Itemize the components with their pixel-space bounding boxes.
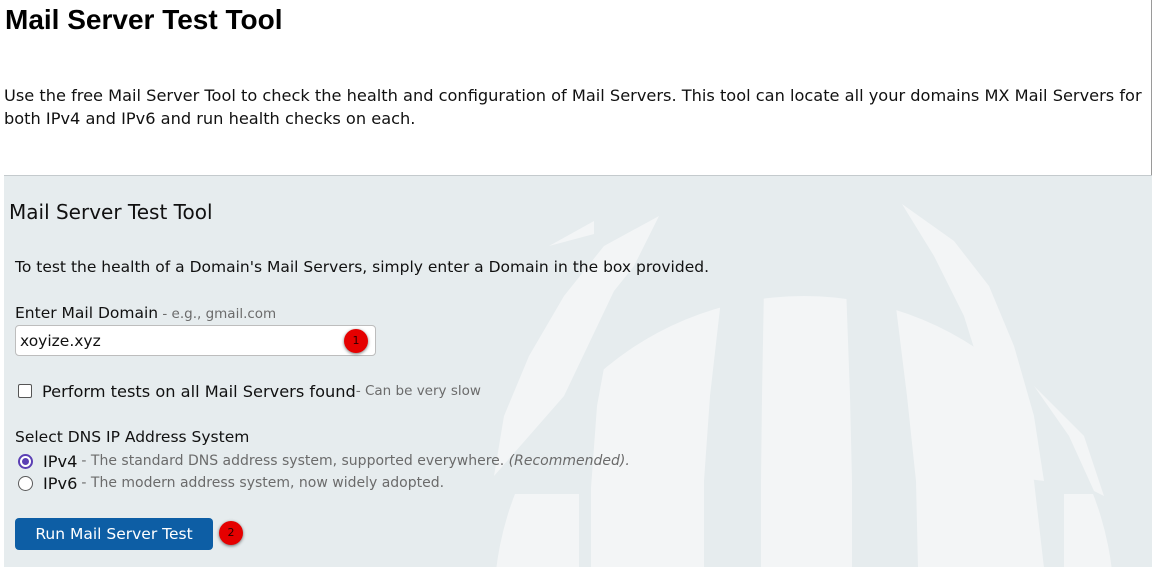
all-servers-hint: - Can be very slow	[355, 383, 481, 399]
all-servers-option[interactable]: Perform tests on all Mail Servers found …	[18, 380, 481, 402]
ipv4-option[interactable]: IPv4 - The standard DNS address system, …	[18, 451, 630, 471]
ipv4-label: IPv4	[43, 451, 78, 471]
panel-description: To test the health of a Domain's Mail Se…	[15, 258, 710, 276]
page-title: Mail Server Test Tool	[5, 4, 283, 35]
dns-system-label: Select DNS IP Address System	[15, 428, 250, 446]
ipv4-radio[interactable]	[18, 453, 33, 469]
all-servers-checkbox[interactable]	[18, 384, 32, 398]
intro-text: Use the free Mail Server Tool to check t…	[4, 86, 1142, 128]
domain-field-label: Enter Mail Domain - e.g., gmail.com	[15, 304, 276, 322]
ipv6-radio[interactable]	[18, 475, 33, 491]
ipv6-label: IPv6	[43, 473, 78, 493]
ipv6-option[interactable]: IPv6 - The modern address system, now wi…	[18, 473, 444, 493]
globe-icon	[494, 204, 1114, 567]
domain-input[interactable]	[15, 325, 376, 356]
panel-title: Mail Server Test Tool	[9, 200, 213, 224]
step-marker-1: 1	[344, 329, 368, 353]
page: Mail Server Test Tool Use the free Mail …	[0, 0, 1152, 567]
ipv4-description: - The standard DNS address system, suppo…	[81, 453, 629, 469]
ipv4-desc-text: - The standard DNS address system, suppo…	[81, 453, 505, 469]
ipv6-description: - The modern address system, now widely …	[81, 475, 445, 491]
test-tool-panel: Mail Server Test Tool To test the health…	[4, 175, 1152, 567]
step-marker-2: 2	[219, 521, 243, 545]
ipv4-recommended: (Recommended).	[508, 453, 630, 469]
all-servers-label: Perform tests on all Mail Servers found	[42, 381, 356, 401]
run-test-button[interactable]: Run Mail Server Test	[15, 518, 213, 550]
domain-hint: - e.g., gmail.com	[158, 306, 277, 322]
domain-label-text: Enter Mail Domain	[15, 304, 159, 322]
